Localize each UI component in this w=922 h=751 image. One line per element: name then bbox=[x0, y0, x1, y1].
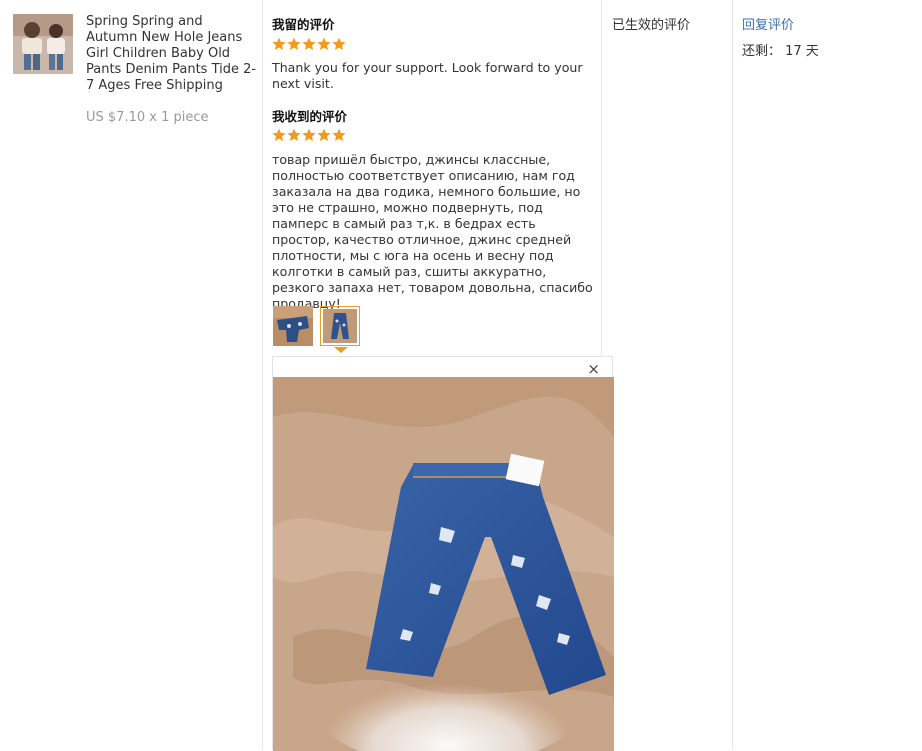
star-icon bbox=[302, 37, 316, 50]
star-icon bbox=[332, 37, 346, 50]
star-icon bbox=[287, 37, 301, 50]
received-review-text: товар пришёл быстро, джинсы классные, по… bbox=[272, 152, 593, 311]
product-thumbnail[interactable] bbox=[13, 14, 73, 74]
column-divider bbox=[732, 0, 733, 750]
product-title[interactable]: Spring Spring and Autumn New Hole Jeans … bbox=[86, 14, 258, 94]
column-divider bbox=[262, 0, 263, 750]
selected-indicator bbox=[334, 347, 348, 353]
close-icon[interactable]: × bbox=[587, 361, 600, 377]
remaining-days: 还剩： 17 天 bbox=[742, 44, 819, 59]
star-icon bbox=[272, 37, 286, 50]
received-review-heading: 我收到的评价 bbox=[272, 109, 348, 124]
review-photo-large[interactable] bbox=[273, 377, 614, 751]
star-icon bbox=[332, 128, 346, 141]
star-icon bbox=[287, 128, 301, 141]
product-price: US $7.10 x 1 piece bbox=[86, 110, 209, 125]
star-icon bbox=[317, 128, 331, 141]
star-icon bbox=[317, 37, 331, 50]
my-review-stars bbox=[272, 37, 346, 51]
review-photo-thumbnail-selected[interactable] bbox=[320, 306, 360, 346]
star-icon bbox=[302, 128, 316, 141]
photo-preview-panel: × bbox=[272, 356, 614, 751]
review-photo-thumbnail[interactable] bbox=[273, 306, 313, 346]
my-review-text: Thank you for your support. Look forward… bbox=[272, 60, 583, 91]
received-review-stars bbox=[272, 128, 346, 142]
my-review-heading: 我留的评价 bbox=[272, 17, 335, 32]
star-icon bbox=[272, 128, 286, 141]
reply-review-link[interactable]: 回复评价 bbox=[742, 14, 794, 33]
valid-review-label: 已生效的评价 bbox=[612, 18, 691, 33]
